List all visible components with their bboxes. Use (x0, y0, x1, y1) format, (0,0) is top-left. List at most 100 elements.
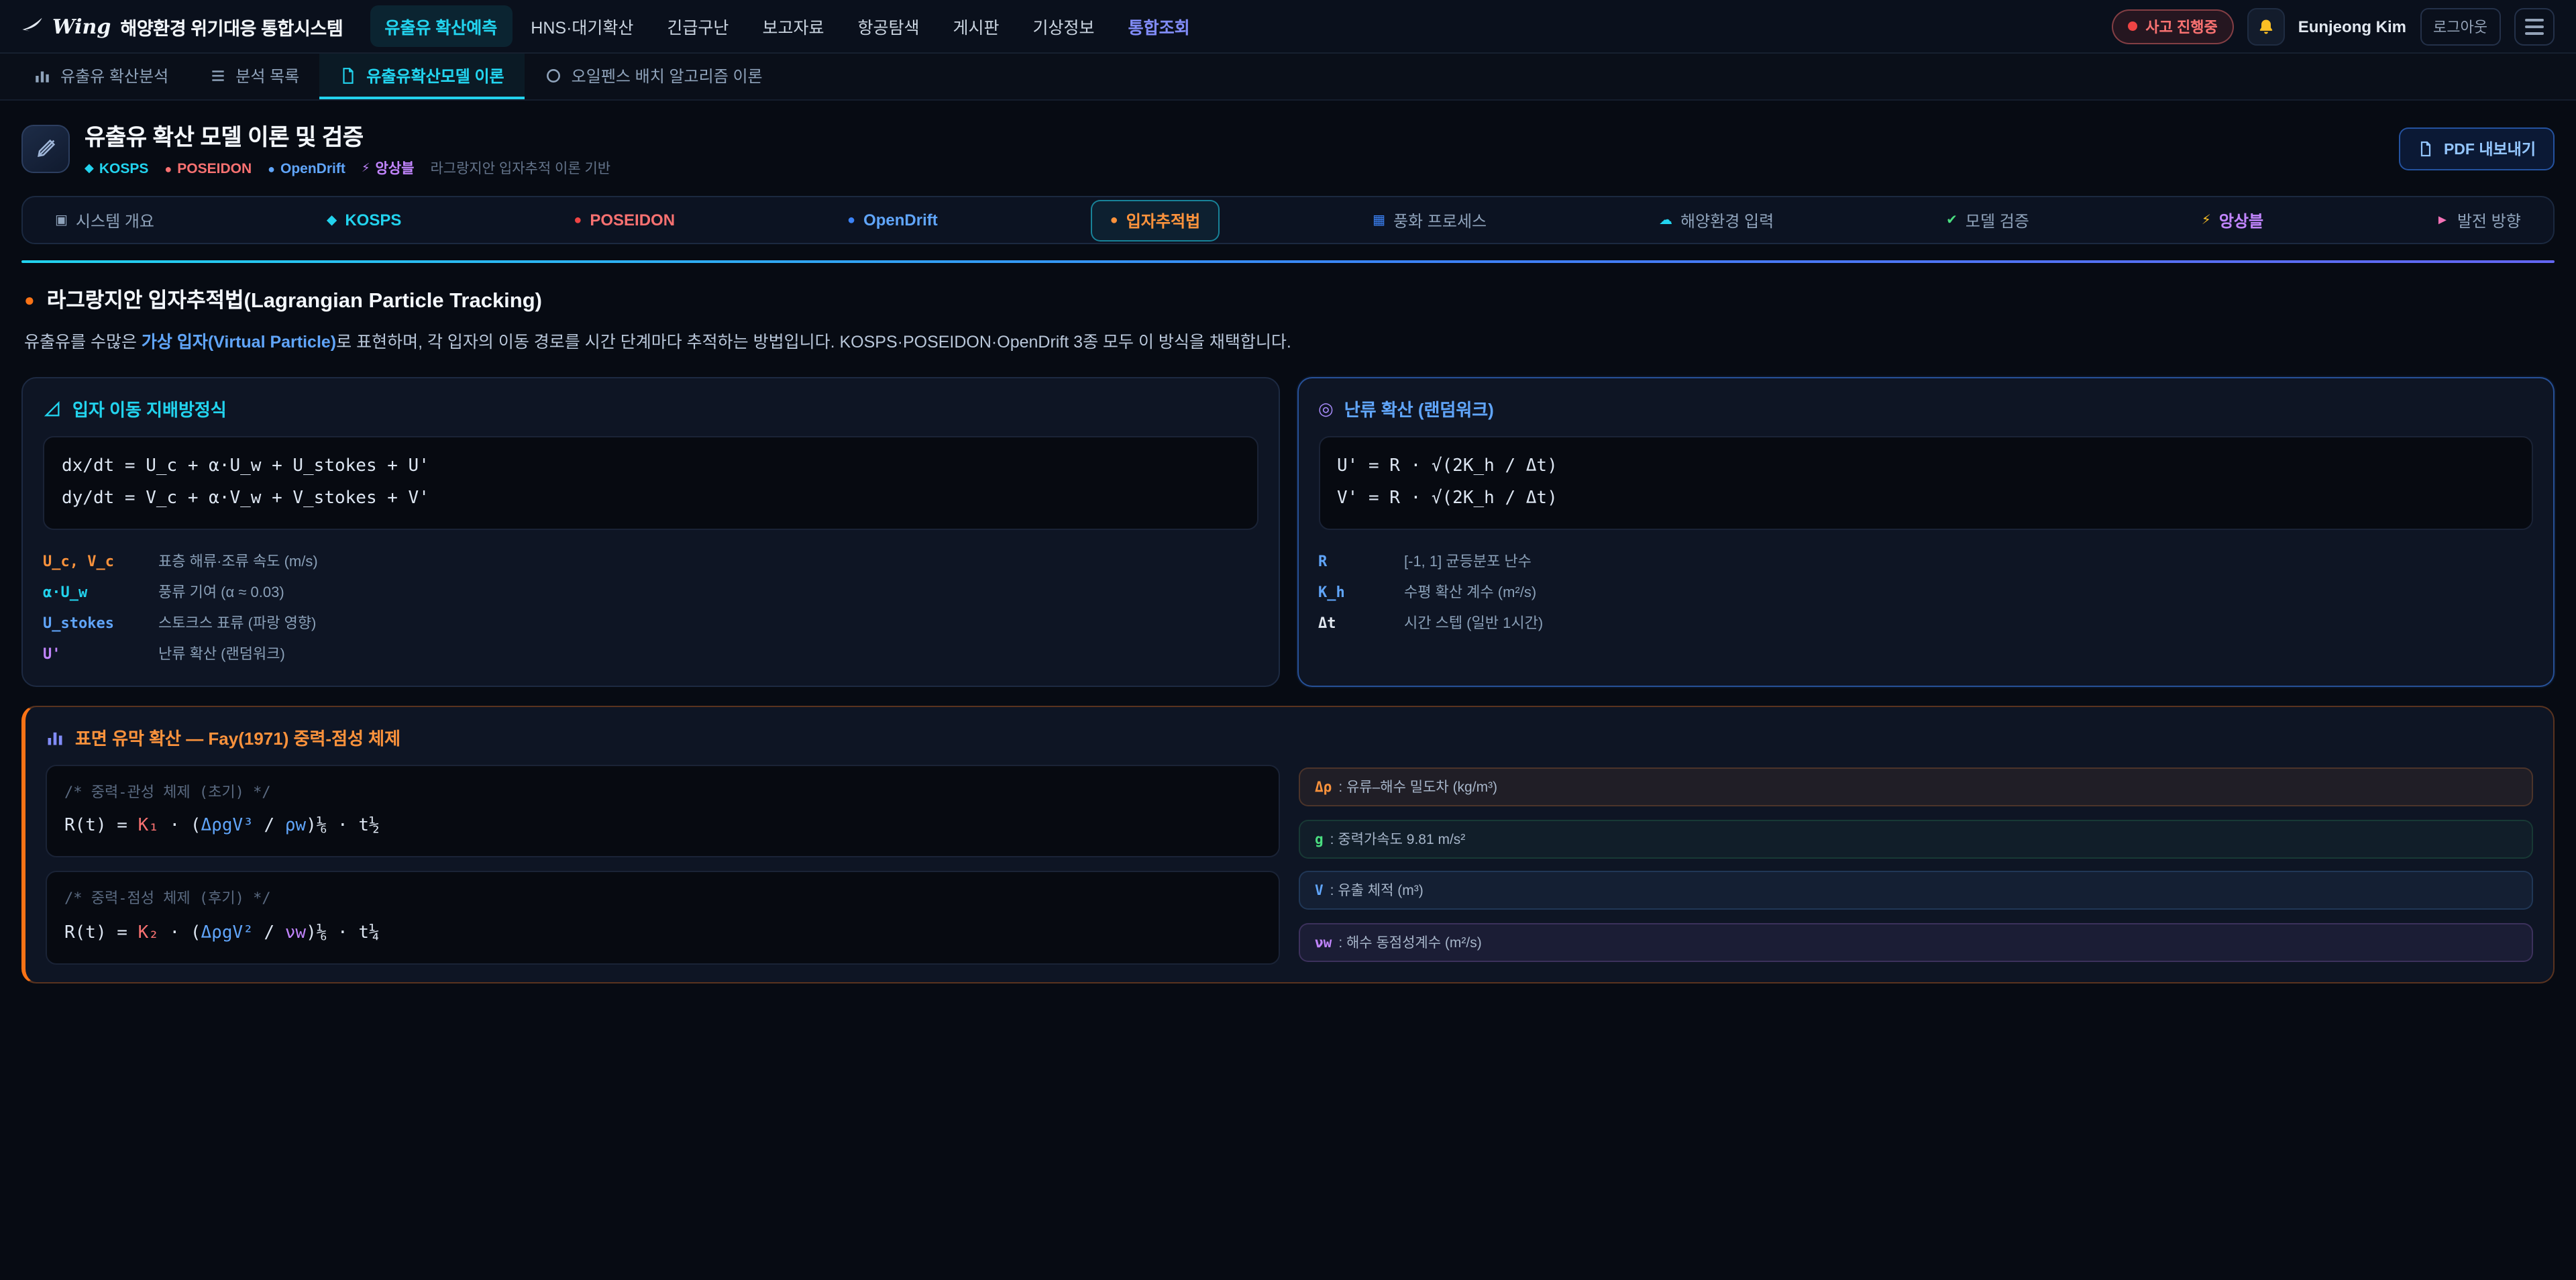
grid-icon: ▦ (1373, 213, 1385, 227)
cloud-icon: ☁ (1659, 213, 1672, 227)
rocket-icon: ► (2436, 213, 2449, 227)
user-name: Eunjeong Kim (2298, 17, 2406, 36)
section-tab-opendrift[interactable]: ● OpenDrift (828, 201, 957, 239)
circle-icon (545, 66, 562, 84)
diamond-icon: ◆ (327, 213, 337, 227)
legend-row: νw : 해수 동점성계수 (m²/s) (1299, 923, 2533, 962)
pdf-export-button[interactable]: PDF 내보내기 (2400, 127, 2555, 170)
sub-tab-bar: 유출유 확산분석 분석 목록 유출유확산모델 이론 오일펜스 배치 알고리즘 이… (0, 54, 2576, 101)
chart-icon (34, 66, 51, 84)
legend-row: U_c, V_c 표층 해류·조류 속도 (m/s) (43, 545, 1258, 576)
badge-opendrift: ● OpenDrift (268, 160, 345, 176)
section-heading: ● 라그랑지안 입자추적법(Lagrangian Particle Tracki… (24, 284, 2552, 314)
nav-item-rescue[interactable]: 긴급구난 (652, 5, 743, 47)
section-tab-bar: ▣ 시스템 개요 ◆ KOSPS ● POSEIDON ● OpenDrift … (21, 196, 2555, 244)
tab-spill-analysis[interactable]: 유출유 확산분석 (13, 54, 189, 99)
page-subtitle: 라그랑지안 입자추적 이론 기반 (430, 158, 610, 178)
brand: Wing 해양환경 위기대응 통합시스템 (21, 13, 343, 40)
brand-title: 해양환경 위기대응 통합시스템 (120, 13, 343, 40)
fay-spreading-card: 표면 유막 확산 — Fay(1971) 중력-점성 체제 /* 중력-관성 체… (21, 706, 2555, 983)
main-nav: 유출유 확산예측 HNS·대기확산 긴급구난 보고자료 항공탐색 게시판 기상정… (370, 5, 1204, 47)
dot-icon: ● (847, 213, 855, 227)
tab-model-theory[interactable]: 유출유확산모델 이론 (319, 54, 524, 99)
legend-row: Δt 시간 스텝 (일반 1시간) (1318, 606, 2533, 637)
app-root: Wing 해양환경 위기대응 통합시스템 유출유 확산예측 HNS·대기확산 긴… (0, 0, 2576, 1280)
nav-item-aerial-search[interactable]: 항공탐색 (843, 5, 934, 47)
legend-row: Δρ : 유류–해수 밀도차 (kg/m³) (1299, 767, 2533, 806)
governing-equation-code: dx/dt = U_c + α·U_w + U_stokes + U' dy/d… (43, 436, 1258, 530)
section-divider (21, 260, 2555, 263)
fay-card-title: 표면 유막 확산 — Fay(1971) 중력-점성 체제 (46, 725, 2533, 750)
legend-row: α·U_w 풍류 기여 (α ≈ 0.03) (43, 576, 1258, 606)
lightning-icon: ⚡ (362, 161, 370, 176)
pen-ruler-icon (34, 137, 57, 160)
dot-icon: ● (268, 162, 275, 175)
dot-icon: ● (164, 162, 172, 175)
governing-equation-card: 입자 이동 지배방정식 dx/dt = U_c + α·U_w + U_stok… (21, 377, 1279, 687)
notification-bell-button[interactable] (2247, 7, 2285, 45)
section-tab-kosps[interactable]: ◆ KOSPS (308, 201, 420, 239)
badge-poseidon: ● POSEIDON (164, 160, 252, 176)
tab-oilfence-theory[interactable]: 오일펜스 배치 알고리즘 이론 (525, 54, 783, 99)
section-tab-ensemble[interactable]: ⚡ 앙상블 (2183, 199, 2282, 241)
model-badges: ◆ KOSPS ● POSEIDON ● OpenDrift ⚡ 앙상블 라그랑… (85, 158, 610, 178)
nav-item-integrated-search[interactable]: 통합조회 (1114, 5, 1205, 47)
section-tab-particle-tracking[interactable]: ● 입자추적법 (1091, 199, 1220, 241)
nav-item-board[interactable]: 게시판 (938, 5, 1014, 47)
fay-legend: Δρ : 유류–해수 밀도차 (kg/m³) g : 중력가속도 9.81 m/… (1299, 765, 2533, 965)
governing-card-title: 입자 이동 지배방정식 (43, 396, 1258, 421)
nav-item-spill-prediction[interactable]: 유출유 확산예측 (370, 5, 512, 47)
section-tab-overview[interactable]: ▣ 시스템 개요 (36, 199, 173, 241)
fay-card-body: /* 중력-관성 체제 (초기) */ R(t) = K₁ · (ΔρgV³ /… (46, 765, 2533, 965)
section-tab-validation[interactable]: ✔ 모델 검증 (1927, 199, 2048, 241)
incident-dot-icon (2128, 21, 2137, 31)
badge-kosps: ◆ KOSPS (85, 160, 148, 176)
page-title: 유출유 확산 모델 이론 및 검증 (85, 118, 610, 152)
legend-row: g : 중력가속도 9.81 m/s² (1299, 819, 2533, 858)
dot-icon: ● (574, 213, 582, 227)
legend-row: U' 난류 확산 (랜덤워크) (43, 637, 1258, 668)
page-title-block: 유출유 확산 모델 이론 및 검증 ◆ KOSPS ● POSEIDON ● O… (85, 118, 610, 178)
monitor-icon: ▣ (55, 213, 68, 227)
fay-gravity-viscous-code: /* 중력-점성 체제 (후기) */ R(t) = K₂ · (ΔρgV² /… (46, 871, 1280, 965)
fay-gravity-inertial-code: /* 중력-관성 체제 (초기) */ R(t) = K₁ · (ΔρgV³ /… (46, 765, 1280, 858)
random-walk-card-title: ◎ 난류 확산 (랜덤워크) (1318, 396, 2533, 421)
nav-item-hns[interactable]: HNS·대기확산 (516, 5, 648, 47)
section-tab-ocean-input[interactable]: ☁ 해양환경 입력 (1640, 199, 1792, 241)
legend-row: U_stokes 스토크스 표류 (파랑 영향) (43, 606, 1258, 637)
wing-logo-icon (21, 15, 43, 37)
logout-button[interactable]: 로그아웃 (2420, 7, 2501, 45)
set-square-icon (43, 399, 62, 418)
nav-item-reports[interactable]: 보고자료 (747, 5, 839, 47)
target-icon: ◎ (1318, 398, 1334, 419)
section-intro: 유출유를 수많은 가상 입자(Virtual Particle)로 표현하며, … (24, 329, 2552, 356)
incident-badge-label: 사고 진행중 (2145, 15, 2217, 37)
dot-icon: ● (1110, 213, 1118, 227)
governing-legend: U_c, V_c 표층 해류·조류 속도 (m/s) α·U_w 풍류 기여 (… (43, 545, 1258, 668)
incident-status-badge[interactable]: 사고 진행중 (2112, 9, 2233, 44)
nav-item-weather[interactable]: 기상정보 (1018, 5, 1110, 47)
section-title: 라그랑지안 입자추적법(Lagrangian Particle Tracking… (47, 284, 542, 314)
legend-row: R [-1, 1] 균등분포 난수 (1318, 545, 2533, 576)
page-header: 유출유 확산 모델 이론 및 검증 ◆ KOSPS ● POSEIDON ● O… (0, 101, 2576, 193)
main-content: ● 라그랑지안 입자추적법(Lagrangian Particle Tracki… (21, 260, 2555, 983)
section-tab-weathering[interactable]: ▦ 풍화 프로세스 (1354, 199, 1505, 241)
random-walk-legend: R [-1, 1] 균등분포 난수 K_h 수평 확산 계수 (m²/s) Δt… (1318, 545, 2533, 637)
random-walk-card: ◎ 난류 확산 (랜덤워크) U' = R · √(2K_h / Δt) V' … (1297, 377, 2555, 687)
hamburger-icon (2525, 18, 2544, 21)
page-icon-box (21, 124, 70, 172)
hamburger-menu-button[interactable] (2514, 7, 2555, 45)
random-walk-code: U' = R · √(2K_h / Δt) V' = R · √(2K_h / … (1318, 436, 2533, 530)
virtual-particle-highlight: 가상 입자(Virtual Particle) (142, 333, 336, 352)
top-navigation-bar: Wing 해양환경 위기대응 통합시스템 유출유 확산예측 HNS·대기확산 긴… (0, 0, 2576, 54)
bar-chart-icon (46, 728, 64, 747)
section-tab-poseidon[interactable]: ● POSEIDON (555, 201, 694, 239)
check-icon: ✔ (1946, 213, 1957, 227)
tab-analysis-list[interactable]: 분석 목록 (189, 54, 319, 99)
bell-icon (2257, 17, 2275, 36)
orange-dot-icon: ● (24, 289, 35, 309)
fay-formulas: /* 중력-관성 체제 (초기) */ R(t) = K₁ · (ΔρgV³ /… (46, 765, 1280, 965)
section-tab-roadmap[interactable]: ► 발전 방향 (2417, 199, 2540, 241)
topnav-right-cluster: 사고 진행중 Eunjeong Kim 로그아웃 (2112, 7, 2555, 45)
legend-row: V : 유출 체적 (m³) (1299, 871, 2533, 910)
